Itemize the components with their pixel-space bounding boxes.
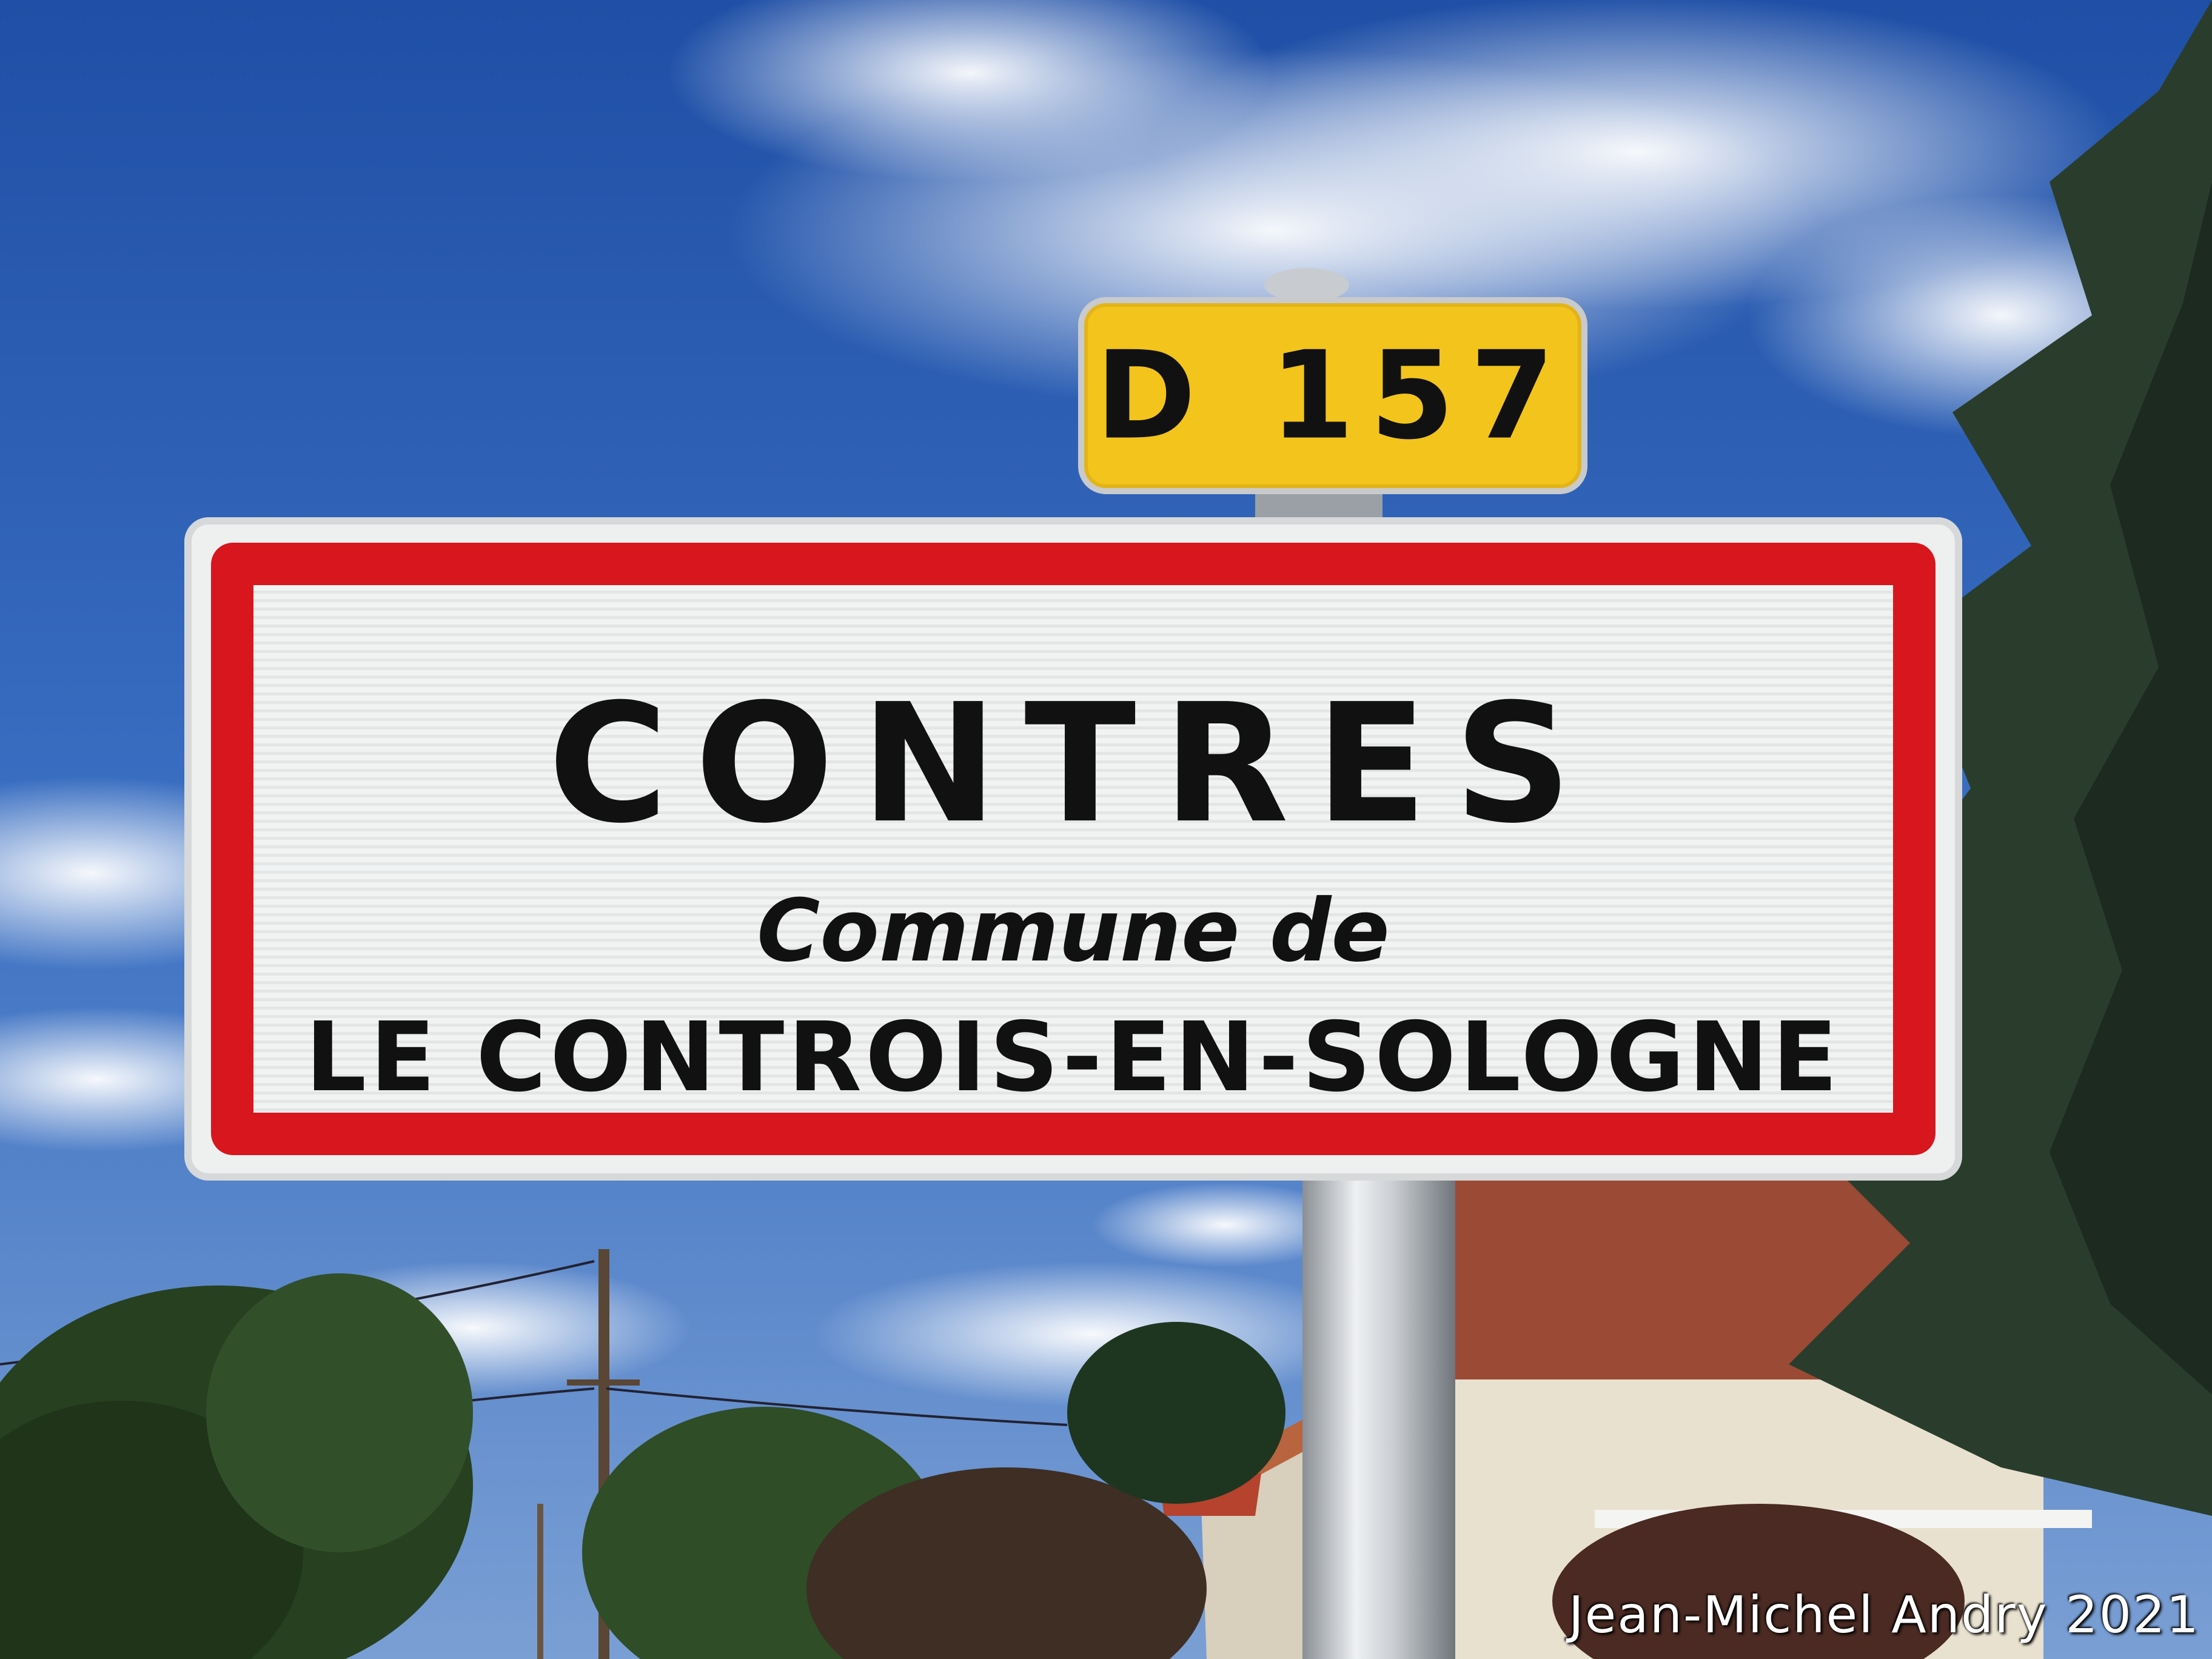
- route-number-text: D 157: [1095, 325, 1570, 466]
- route-number-plate: D 157: [1078, 297, 1587, 494]
- town-entrance-sign: CONTRES Commune de LE CONTROIS-EN-SOLOGN…: [184, 517, 1962, 1181]
- sign-red-border: CONTRES Commune de LE CONTROIS-EN-SOLOGN…: [211, 543, 1936, 1155]
- sign-town-name: CONTRES: [548, 668, 1599, 859]
- photographer-watermark: Jean-Michel Andry 2021: [1568, 1585, 2200, 1644]
- sign-commune-name: LE CONTROIS-EN-SOLOGNE: [305, 1002, 1842, 1113]
- sign-commune-prefix: Commune de: [757, 881, 1390, 981]
- sign-pole: [1302, 1152, 1455, 1659]
